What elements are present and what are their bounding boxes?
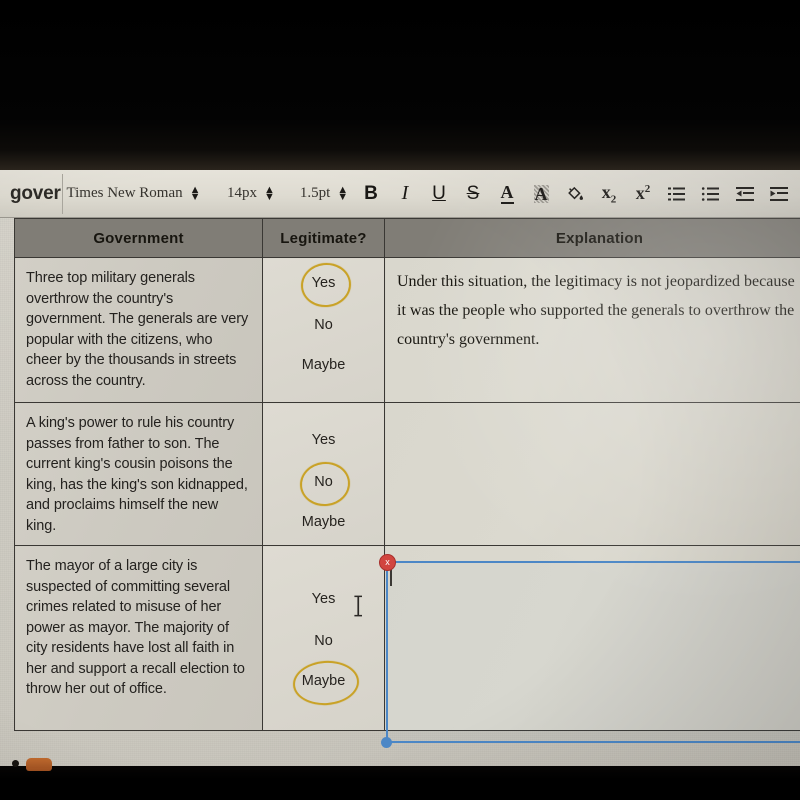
cell-government[interactable]: Three top military generals overthrow th… <box>14 257 263 403</box>
superscript-index: 2 <box>644 183 651 195</box>
government-scenario-text: Three top military generals overthrow th… <box>26 270 249 389</box>
strikethrough-button[interactable]: S <box>456 170 490 218</box>
option-no[interactable]: No <box>308 314 339 336</box>
font-family-value: Times New Roman <box>66 185 183 201</box>
font-size-select[interactable]: 14px ▲ ▼ <box>208 170 298 217</box>
option-row[interactable]: No <box>264 314 383 336</box>
document-body: Government Legitimate? Explanation Three… <box>0 218 800 768</box>
option-row[interactable]: Maybe <box>264 354 383 376</box>
text-color-label: A <box>500 182 514 204</box>
chevron-updown-icon[interactable]: ▲ ▼ <box>337 184 348 202</box>
option-spacer <box>264 336 383 354</box>
government-scenario-text: A king's power to rule his country passe… <box>26 415 248 534</box>
table-body: Three top military generals overthrow th… <box>14 257 800 731</box>
dock-app-icon[interactable] <box>26 758 52 771</box>
column-header-legitimate: Legitimate? <box>262 218 385 258</box>
document-text-fragment: gover <box>10 182 61 204</box>
screen-photo: gover Times New Roman ▲ ▼ 14px ▲ ▼ 1.5pt ▲… <box>0 0 800 800</box>
option-row[interactable]: Maybe <box>264 670 383 692</box>
cell-government[interactable]: The mayor of a large city is suspected o… <box>14 545 263 731</box>
subscript-button[interactable]: x2 <box>592 170 626 218</box>
chevron-updown-icon[interactable]: ▲ ▼ <box>264 184 275 202</box>
strikethrough-label: S <box>466 182 480 204</box>
monitor-bezel-top <box>0 0 800 170</box>
editor-toolbar: gover Times New Roman ▲ ▼ 14px ▲ ▼ 1.5pt ▲… <box>0 170 800 218</box>
numbered-list-icon[interactable] <box>660 170 694 218</box>
text-color-button[interactable]: A <box>490 170 524 218</box>
subscript-label: x <box>601 181 611 202</box>
cell-explanation[interactable] <box>384 545 800 731</box>
table-row: The mayor of a large city is suspected o… <box>14 545 800 731</box>
increase-indent-icon[interactable] <box>762 170 796 218</box>
cell-government[interactable]: A king's power to rule his country passe… <box>14 402 263 546</box>
table-header-row: Government Legitimate? Explanation <box>14 218 800 258</box>
decrease-indent-icon[interactable] <box>728 170 762 218</box>
selection-delete-label: x <box>385 557 390 567</box>
legitimacy-table: Government Legitimate? Explanation Three… <box>14 218 800 731</box>
table-row: Three top military generals overthrow th… <box>14 257 800 403</box>
paint-bucket-glyph <box>568 186 583 200</box>
option-spacer <box>264 610 383 630</box>
option-maybe[interactable]: Maybe <box>296 354 352 376</box>
bold-label: B <box>364 182 378 204</box>
superscript-label: x <box>635 183 645 203</box>
option-maybe[interactable]: Maybe <box>296 670 352 692</box>
underline-label: U <box>432 182 446 204</box>
line-height-select[interactable]: 1.5pt ▲ ▼ <box>298 170 354 217</box>
option-row[interactable]: Yes <box>264 588 383 610</box>
option-group: Yes No Maybe <box>264 588 383 692</box>
selection-resize-handle[interactable] <box>381 737 392 748</box>
increase-indent-glyph <box>770 186 788 201</box>
line-height-value: 1.5pt <box>299 185 331 201</box>
font-family-select[interactable]: Times New Roman ▲ ▼ <box>63 170 208 217</box>
explanation-text: Under this situation, the legitimacy is … <box>397 273 795 348</box>
option-maybe[interactable]: Maybe <box>296 511 352 533</box>
column-header-explanation: Explanation <box>384 218 800 258</box>
font-size-value: 14px <box>227 185 258 201</box>
highlight-color-button[interactable]: A <box>524 170 558 218</box>
dock-indicator-dot <box>12 760 19 767</box>
text-cursor-icon <box>354 595 362 617</box>
option-row[interactable]: No <box>264 471 383 493</box>
chevron-updown-icon[interactable]: ▲ ▼ <box>190 184 201 202</box>
cell-explanation[interactable] <box>384 402 800 546</box>
cell-legitimate[interactable]: Yes No Maybe <box>262 257 385 403</box>
table-header: Government Legitimate? Explanation <box>14 218 800 258</box>
option-row[interactable]: Maybe <box>264 511 383 533</box>
italic-button[interactable]: I <box>388 170 422 218</box>
superscript-button[interactable]: x2 <box>626 170 660 218</box>
cell-legitimate[interactable]: Yes No Maybe <box>262 545 385 731</box>
bold-button[interactable]: B <box>354 170 388 218</box>
table-row: A king's power to rule his country passe… <box>14 402 800 546</box>
highlight-label: A <box>533 183 549 204</box>
option-row[interactable]: No <box>264 630 383 652</box>
cell-explanation[interactable]: Under this situation, the legitimacy is … <box>384 257 800 403</box>
decrease-indent-glyph <box>736 186 754 201</box>
option-group: Yes No Maybe <box>264 272 383 376</box>
underline-button[interactable]: U <box>422 170 456 218</box>
column-header-government: Government <box>14 218 263 258</box>
italic-label: I <box>401 182 409 204</box>
selection-delete-handle[interactable]: x <box>379 554 396 571</box>
paint-bucket-icon[interactable] <box>558 170 592 218</box>
bulleted-list-glyph <box>701 186 719 201</box>
cell-legitimate[interactable]: Yes No Maybe <box>262 402 385 546</box>
government-scenario-text: The mayor of a large city is suspected o… <box>26 558 245 697</box>
bulleted-list-icon[interactable] <box>694 170 728 218</box>
option-no[interactable]: No <box>308 630 339 652</box>
option-row[interactable]: Yes <box>264 429 383 451</box>
option-yes[interactable]: Yes <box>306 588 342 610</box>
subscript-index: 2 <box>610 193 617 206</box>
option-no[interactable]: No <box>308 471 339 493</box>
numbered-list-glyph <box>668 187 685 200</box>
option-yes[interactable]: Yes <box>306 272 342 294</box>
option-yes[interactable]: Yes <box>306 429 342 451</box>
option-group: Yes No Maybe <box>264 429 383 533</box>
monitor-bezel-bottom <box>0 766 800 800</box>
option-row[interactable]: Yes <box>264 272 383 294</box>
